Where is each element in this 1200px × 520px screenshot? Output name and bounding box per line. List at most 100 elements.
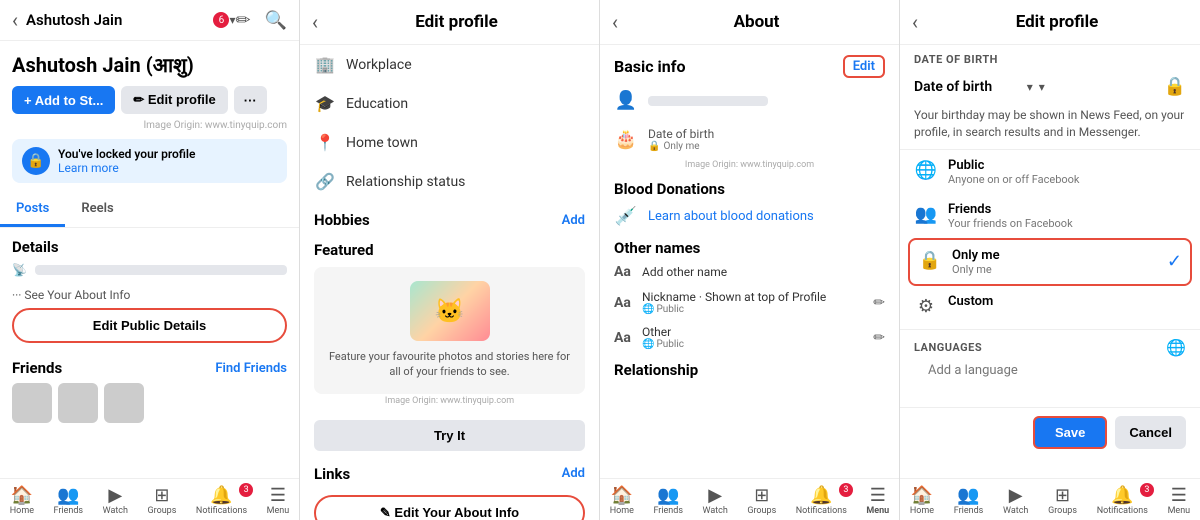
save-button[interactable]: Save (1033, 416, 1107, 449)
hometown-icon: 📍 (314, 133, 336, 152)
visibility-custom[interactable]: ⚙ Custom (900, 286, 1200, 325)
nav-friends-3[interactable]: 👥Friends (653, 485, 683, 516)
other-name-edit-pencil[interactable]: ✏ (873, 330, 885, 346)
dob-row: Date of birth ▾ ▾ 🔒 (900, 68, 1200, 105)
basic-info-edit-button[interactable]: Edit (843, 55, 885, 78)
dob-visibility: 🔒 Only me (648, 141, 714, 152)
education-item[interactable]: 🎓 Education (300, 84, 599, 123)
nav-menu-1[interactable]: ☰Menu (267, 485, 290, 516)
add-other-name-item[interactable]: Aa Add other name (600, 259, 899, 285)
only-me-inner: 🔒 Only me Only me ✓ (918, 244, 1182, 280)
edit-your-about-info-button[interactable]: ✎ Edit Your About Info (314, 495, 585, 520)
notif-badge-3: 3 (839, 483, 853, 497)
nav-notifications-4[interactable]: 🔔Notifications 3 (1097, 485, 1148, 516)
friends-icon: 👥 (914, 204, 938, 225)
add-to-story-button[interactable]: + Add to St... (12, 86, 115, 114)
blood-learn-link[interactable]: Learn about blood donations (648, 209, 814, 224)
pencil-icon[interactable]: ✏ (235, 10, 250, 31)
nickname-item: Aa Nickname · Shown at top of Profile 🌐 … (600, 285, 899, 320)
nav-groups-1[interactable]: ⊞Groups (148, 485, 177, 516)
bottom-nav-3: 🏠Home 👥Friends ▶Watch ⊞Groups 🔔Notificat… (600, 478, 899, 520)
nickname-edit-pencil[interactable]: ✏ (873, 295, 885, 311)
dob-section-header: DATE OF BIRTH (900, 45, 1200, 68)
aa-prefix-2: Aa (614, 295, 634, 311)
nickname-info: Nickname · Shown at top of Profile 🌐 Pub… (642, 290, 865, 315)
lock-vis-icon: 🔒 (918, 250, 942, 271)
back-icon-3[interactable]: ‹ (612, 10, 618, 34)
back-icon-2[interactable]: ‹ (312, 10, 318, 34)
nav-groups-3[interactable]: ⊞Groups (747, 485, 776, 516)
other-name-info: Other 🌐 Public (642, 325, 865, 350)
links-label: Links (314, 465, 350, 483)
nickname-label: Nickname · Shown at top of Profile (642, 290, 865, 304)
languages-section: LANGUAGES 🌐 Add a language (900, 329, 1200, 386)
image-origin-3: Image Origin: www.tinyquip.com (600, 160, 899, 174)
other-name-visibility: 🌐 Public (642, 339, 865, 350)
notification-badge: 6 (213, 12, 229, 28)
visibility-only-me[interactable]: 🔒 Only me Only me ✓ (908, 238, 1192, 286)
custom-icon: ⚙ (914, 296, 938, 317)
featured-section: Featured 🐱 Feature your favourite photos… (300, 233, 599, 414)
bottom-nav-4: 🏠Home 👥Friends ▶Watch ⊞Groups 🔔Notificat… (900, 478, 1200, 520)
aa-prefix-1: Aa (614, 264, 634, 280)
links-add-button[interactable]: Add (562, 466, 585, 481)
globe-icon: 🌐 (914, 160, 938, 181)
tab-posts[interactable]: Posts (0, 193, 65, 227)
panel-edit-profile: ‹ Edit profile 🏢 Workplace 🎓 Education 📍… (300, 0, 600, 520)
try-it-button[interactable]: Try It (314, 420, 585, 451)
edit-profile-button[interactable]: ✏ Edit profile (121, 86, 227, 114)
add-language-field[interactable]: Add a language (914, 357, 1186, 384)
nav-notifications-3[interactable]: 🔔Notifications 3 (796, 485, 847, 516)
hometown-item[interactable]: 📍 Home town (300, 123, 599, 162)
nav-friends-4[interactable]: 👥Friends (954, 485, 984, 516)
nav-watch-3[interactable]: ▶Watch (702, 485, 727, 516)
tab-reels[interactable]: Reels (65, 193, 129, 227)
nav-menu-4[interactable]: ☰Menu (1168, 485, 1191, 516)
links-section: Links Add (300, 457, 599, 487)
profile-tabs: Posts Reels (0, 193, 299, 228)
hobbies-add-button[interactable]: Add (562, 213, 585, 228)
add-name-info: Add other name (642, 265, 885, 279)
relationship-section: Relationship (600, 355, 899, 381)
blood-icon: 💉 (614, 206, 638, 227)
more-options-button[interactable]: ··· (234, 86, 267, 114)
nav-home-4[interactable]: 🏠Home (910, 485, 934, 516)
nav-groups-4[interactable]: ⊞Groups (1048, 485, 1077, 516)
dob-lock-icon[interactable]: 🔒 (1164, 76, 1186, 97)
other-visibility-text: Public (656, 339, 684, 350)
friend-thumb-3 (104, 383, 144, 423)
nav-menu-3[interactable]: ☰Menu (866, 485, 889, 516)
blood-donations-header: Blood Donations (600, 174, 899, 200)
image-origin-2: Image Origin: www.tinyquip.com (314, 396, 585, 406)
profile-picture-item: 👤 (600, 82, 899, 119)
visibility-friends[interactable]: 👥 Friends Your friends on Facebook (900, 194, 1200, 238)
cancel-button[interactable]: Cancel (1115, 416, 1186, 449)
only-me-info: Only me Only me (952, 248, 1157, 276)
nav-notifications-1[interactable]: 🔔Notifications 3 (196, 485, 247, 516)
nav-friends-1[interactable]: 👥Friends (54, 485, 84, 516)
public-info: Public Anyone on or off Facebook (948, 158, 1186, 186)
nav-watch-1[interactable]: ▶Watch (103, 485, 128, 516)
nav-watch-4[interactable]: ▶Watch (1003, 485, 1028, 516)
visibility-public[interactable]: 🌐 Public Anyone on or off Facebook (900, 150, 1200, 194)
back-icon-4[interactable]: ‹ (912, 10, 918, 34)
workplace-item[interactable]: 🏢 Workplace (300, 45, 599, 84)
lang-label: LANGUAGES (914, 341, 982, 354)
friends-info: Friends Your friends on Facebook (948, 202, 1186, 230)
lang-globe-icon[interactable]: 🌐 (1166, 338, 1186, 357)
panel-profile: ‹ Ashutosh Jain 6 ▾ ✏ 🔍 Ashutosh Jain (आ… (0, 0, 300, 520)
public-sub: Anyone on or off Facebook (948, 173, 1186, 186)
relationship-item[interactable]: 🔗 Relationship status (300, 162, 599, 201)
cake-icon: 🎂 (614, 129, 638, 150)
back-icon[interactable]: ‹ (12, 8, 18, 32)
lang-header: LANGUAGES 🌐 (914, 338, 1186, 357)
search-icon[interactable]: 🔍 (265, 10, 287, 31)
edit-about-container: ✎ Edit Your About Info (300, 487, 599, 520)
profile-header: ‹ Ashutosh Jain 6 ▾ ✏ 🔍 (0, 0, 299, 41)
edit-public-details-button[interactable]: Edit Public Details (12, 308, 287, 343)
find-friends-link[interactable]: Find Friends (215, 361, 287, 376)
learn-more-link[interactable]: Learn more (58, 161, 119, 175)
person-icon: 👤 (614, 90, 638, 111)
nav-home-1[interactable]: 🏠Home (10, 485, 34, 516)
nav-home-3[interactable]: 🏠Home (610, 485, 634, 516)
